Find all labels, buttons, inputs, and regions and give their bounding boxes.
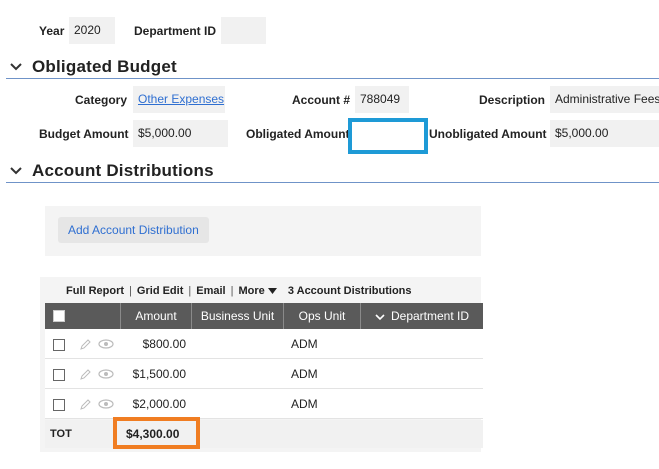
total-label: TOT xyxy=(50,428,72,440)
amount-cell: $800.00 xyxy=(142,337,186,351)
more-menu[interactable]: More xyxy=(238,285,277,297)
eye-icon[interactable] xyxy=(98,399,114,409)
amount-cell: $2,000.00 xyxy=(132,397,186,411)
column-header-amount[interactable]: Amount xyxy=(121,303,192,329)
description-label: Description xyxy=(479,93,546,107)
distribution-count: 3 Account Distributions xyxy=(287,285,412,297)
category-label: Category xyxy=(75,93,128,107)
eye-icon[interactable] xyxy=(98,339,114,349)
grid-toolbar: Full Report | Grid Edit | Email | More 3 Accou… xyxy=(66,285,412,297)
caret-down-icon xyxy=(267,287,277,294)
table-row[interactable]: $1,500.00 ADM xyxy=(45,359,483,389)
category-link[interactable]: Other Expenses xyxy=(138,92,224,106)
department-id-header-label: Department ID xyxy=(390,309,470,323)
obligated-budget-title: Obligated Budget xyxy=(32,57,177,76)
obligated-budget-section-header[interactable]: Obligated Budget xyxy=(6,57,659,79)
select-all-column xyxy=(45,303,121,329)
eye-icon[interactable] xyxy=(98,369,114,379)
add-account-distribution-button[interactable]: Add Account Distribution xyxy=(58,217,209,243)
account-distributions-title: Account Distributions xyxy=(32,161,214,180)
category-field[interactable]: Other Expenses xyxy=(133,86,225,113)
ops-unit-cell: ADM xyxy=(291,397,318,411)
chevron-down-icon[interactable] xyxy=(9,164,23,178)
year-field[interactable]: 2020 xyxy=(69,17,115,44)
year-label: Year xyxy=(39,24,65,38)
row-checkbox[interactable] xyxy=(53,339,65,351)
chevron-down-icon[interactable] xyxy=(9,60,23,74)
department-id-field[interactable] xyxy=(221,17,266,44)
obligated-amount-highlight xyxy=(348,118,428,154)
column-header-department-id[interactable]: Department ID xyxy=(361,303,483,329)
amount-cell: $1,500.00 xyxy=(132,367,186,381)
full-report-link[interactable]: Full Report xyxy=(66,285,124,297)
column-header-ops-unit[interactable]: Ops Unit xyxy=(284,303,361,329)
obligated-amount-label: Obligated Amount xyxy=(246,127,350,141)
pencil-icon[interactable] xyxy=(80,399,91,410)
account-number-label: Account # xyxy=(292,93,351,107)
total-amount-highlight xyxy=(113,417,200,449)
total-row: TOT $4,300.00 xyxy=(45,420,483,448)
email-link[interactable]: Email xyxy=(196,285,225,297)
ops-unit-cell: ADM xyxy=(291,367,318,381)
column-header-business-unit[interactable]: Business Unit xyxy=(192,303,284,329)
chevron-down-icon[interactable] xyxy=(375,313,385,321)
row-checkbox[interactable] xyxy=(53,369,65,381)
description-field[interactable]: Administrative Fees xyxy=(550,86,659,113)
unobligated-amount-label: Unobligated Amount xyxy=(429,127,547,141)
pencil-icon[interactable] xyxy=(80,339,91,350)
budget-amount-label: Budget Amount xyxy=(39,127,129,141)
table-row[interactable]: $800.00 ADM xyxy=(45,329,483,359)
more-label: More xyxy=(238,285,265,297)
account-number-field[interactable]: 788049 xyxy=(355,86,409,113)
pencil-icon[interactable] xyxy=(80,369,91,380)
budget-amount-field[interactable]: $5,000.00 xyxy=(133,120,228,147)
grid-header: Amount Business Unit Ops Unit Department… xyxy=(45,303,483,329)
account-distributions-section-header[interactable]: Account Distributions xyxy=(6,161,659,183)
department-id-label: Department ID xyxy=(134,24,217,38)
table-row[interactable]: $2,000.00 ADM xyxy=(45,389,483,419)
ops-unit-cell: ADM xyxy=(291,337,318,351)
grid-edit-link[interactable]: Grid Edit xyxy=(137,285,183,297)
row-checkbox[interactable] xyxy=(53,399,65,411)
select-all-checkbox[interactable] xyxy=(53,310,65,322)
unobligated-amount-field[interactable]: $5,000.00 xyxy=(550,120,659,147)
